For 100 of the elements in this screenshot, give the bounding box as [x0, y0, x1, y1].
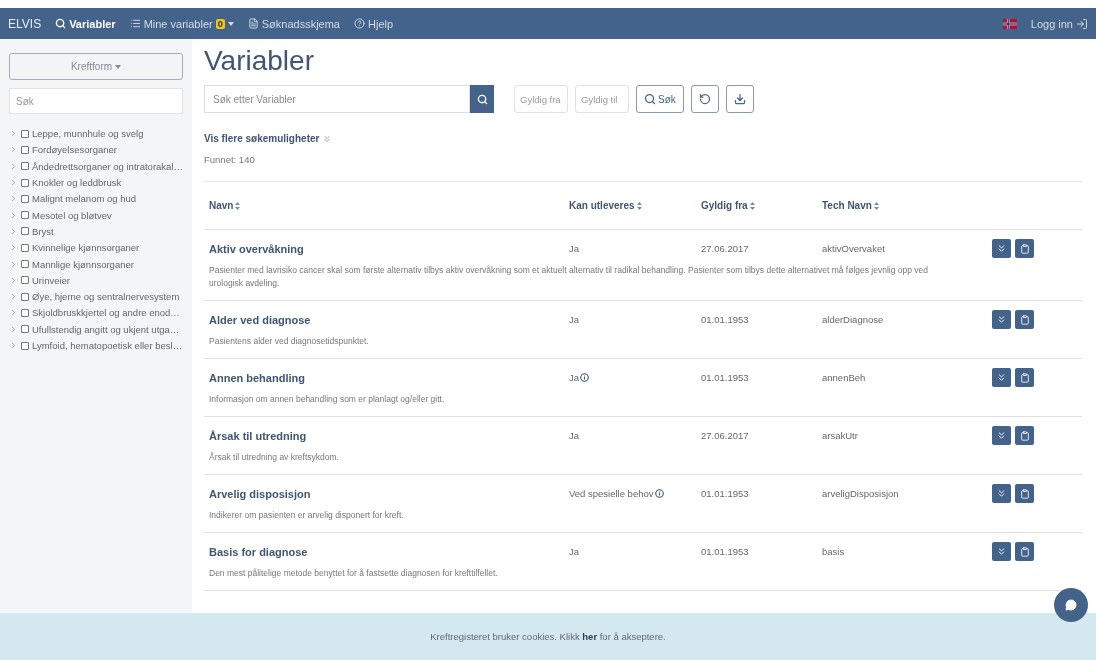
tree-item[interactable]: Fordøyelsesorganer — [9, 142, 183, 158]
column-header[interactable]: Tech Navn — [822, 200, 879, 211]
variable-name[interactable]: Alder ved diagnose — [209, 310, 311, 326]
search-button[interactable] — [470, 85, 494, 113]
page-title: Variabler — [204, 45, 315, 77]
tree-item[interactable]: Knokler og leddbrusk — [9, 174, 183, 191]
clipboard-icon — [1019, 430, 1030, 441]
column-header[interactable]: Navn — [209, 200, 241, 211]
checkbox[interactable] — [20, 162, 29, 171]
table-cell-text: annenBeh — [822, 371, 866, 383]
tree-item[interactable]: Kvinnelige kjønnsorganer — [9, 240, 183, 256]
checkbox[interactable] — [21, 129, 29, 138]
table-cell-text: Ja — [569, 429, 580, 441]
table-cell-text: alderDiagnose — [822, 313, 884, 325]
expand-button[interactable] — [992, 542, 1011, 561]
double-chevron-icon — [322, 133, 333, 144]
tree-item-label: Kvinnelige kjønnsorganer — [32, 242, 140, 254]
checkbox[interactable] — [21, 260, 29, 268]
checkbox[interactable] — [21, 341, 29, 350]
variable-description: Pasienter med lavrisiko cancer skal som første alternativ tilbys aktiv overvåkning som et aktuelt alternativ til radikal behandling. Pasienter som tilbys dette alternativet må følges jevnlig opp ved urologisk avdeling. — [209, 264, 930, 290]
sort-icon — [636, 201, 642, 210]
checkbox[interactable] — [21, 308, 29, 317]
add-button[interactable] — [1015, 239, 1034, 258]
tree-item[interactable]: Skjoldbruskkjertel og andre enod… — [9, 305, 183, 321]
table-cell-text: Ja — [569, 242, 580, 254]
result-count: Funnet: 140 — [204, 154, 256, 165]
search-icon — [476, 93, 488, 105]
variable-search-field[interactable]: Søk etter Variabler — [204, 85, 470, 113]
variable-name[interactable]: Arvelig disposisjon — [209, 484, 311, 500]
cancer-type-dropdown[interactable]: Kreftform — [9, 53, 183, 80]
add-button[interactable] — [1015, 484, 1034, 503]
login-icon — [1076, 17, 1088, 30]
expand-button[interactable] — [992, 310, 1011, 329]
double-chevron-icon — [996, 314, 1007, 325]
chat-icon — [1065, 599, 1077, 611]
tree-item-label: Malignt melanom og hud — [32, 193, 137, 205]
caret-icon — [115, 64, 122, 69]
checkbox[interactable] — [21, 292, 29, 301]
flag-icon[interactable] — [1002, 18, 1017, 29]
checkbox[interactable] — [21, 276, 29, 285]
expand-button[interactable] — [992, 239, 1011, 258]
download-button[interactable] — [725, 85, 754, 113]
add-button[interactable] — [1015, 368, 1034, 387]
chat-button[interactable] — [1054, 588, 1088, 622]
clipboard-icon — [1019, 372, 1030, 383]
tree-item[interactable]: Øye, hjerne og sentralnervesystem — [9, 288, 183, 305]
tree-item[interactable]: Mannlige kjønnsorganer — [9, 256, 183, 272]
expand-button[interactable] — [992, 484, 1011, 503]
checkbox[interactable] — [21, 243, 29, 252]
checkbox[interactable] — [21, 194, 29, 203]
variable-description: Pasientens alder ved diagnosetidspunktet. — [209, 335, 370, 348]
table-cell-text: 01.01.1953 — [701, 487, 749, 499]
expand-button[interactable] — [992, 426, 1011, 445]
tree-item[interactable]: Ufullstendig angitt og ukjent utga… — [9, 321, 183, 337]
valid-to-field[interactable]: Gyldig til — [575, 85, 629, 113]
brand-name[interactable]: ELVIS — [8, 16, 42, 31]
expand-button[interactable] — [992, 368, 1011, 387]
search-button[interactable]: Søk — [636, 85, 684, 113]
nav-link[interactable]: Søknadsskjema — [247, 17, 340, 30]
add-button[interactable] — [1015, 310, 1034, 329]
tree-item[interactable]: Åndedrettsorganer og intratorakal… — [9, 158, 183, 174]
count-badge: 0 — [215, 18, 225, 29]
accept-link[interactable]: her — [582, 631, 598, 642]
tree-item[interactable]: Lymfoid, hematopoetisk eller besl… — [9, 337, 183, 354]
reset-button[interactable] — [690, 85, 719, 113]
tree-item-label: Ufullstendig angitt og ukjent utga… — [32, 323, 180, 335]
table-cell-text: arsakUtr — [822, 429, 858, 441]
variable-name[interactable]: Basis for diagnose — [209, 542, 308, 558]
more-search-options-link[interactable]: Vis flere søkemuligheter — [204, 133, 333, 144]
table-cell: Ved spesielle behov — [569, 484, 664, 499]
tree-item-label: Leppe, munnhule og svelg — [32, 128, 144, 140]
variable-name[interactable]: Aktiv overvåkning — [209, 239, 304, 255]
double-chevron-icon — [996, 546, 1007, 557]
valid-from-field[interactable]: Gyldig fra — [514, 85, 568, 113]
login-link[interactable]: Logg inn — [1030, 17, 1088, 30]
add-button[interactable] — [1015, 542, 1034, 561]
variable-description: Årsak til utredning av kreftsykdom. — [209, 451, 340, 464]
column-header[interactable]: Kan utleveres — [569, 200, 642, 211]
tree-item[interactable]: Bryst — [9, 223, 183, 240]
tree-item[interactable]: Leppe, munnhule og svelg — [9, 126, 183, 142]
checkbox[interactable] — [21, 178, 29, 187]
tree-item[interactable]: Mesotel og bløtvev — [9, 207, 183, 223]
checkbox[interactable] — [21, 325, 29, 334]
tree-item-label: Mesotel og bløtvev — [32, 209, 112, 221]
nav-link[interactable]: Variabler — [55, 17, 116, 30]
tree-item-label: Fordøyelsesorganer — [32, 144, 117, 156]
checkbox[interactable] — [21, 145, 29, 154]
clipboard-icon — [1019, 488, 1030, 499]
checkbox[interactable] — [21, 227, 29, 236]
tree-item[interactable]: Urinveier — [9, 272, 183, 288]
nav-link[interactable]: Mine variabler 0 — [129, 17, 234, 30]
sidebar-search-field[interactable]: Søk — [9, 88, 183, 114]
add-button[interactable] — [1015, 426, 1034, 445]
table-cell-text: aktivOvervaket — [822, 242, 885, 254]
checkbox[interactable] — [21, 211, 29, 220]
tree-item[interactable]: Malignt melanom og hud — [9, 191, 183, 207]
variable-name[interactable]: Annen behandling — [209, 368, 305, 384]
column-header[interactable]: Gyldig fra — [701, 200, 755, 211]
nav-link[interactable]: Hjelp — [354, 17, 394, 30]
variable-name[interactable]: Årsak til utredning — [209, 426, 307, 442]
